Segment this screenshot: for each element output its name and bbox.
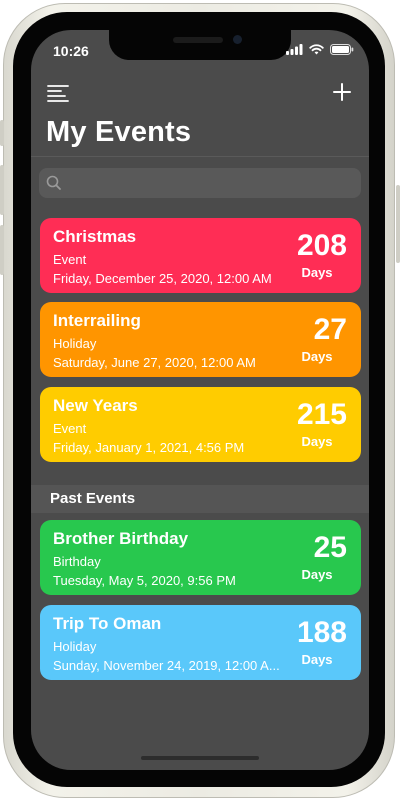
- event-type: Holiday: [53, 336, 97, 351]
- event-date: Friday, January 1, 2021, 4:56 PM: [53, 440, 245, 455]
- past-events-header: Past Events: [31, 485, 369, 513]
- days-label: Days: [301, 349, 333, 364]
- notch: [109, 30, 291, 60]
- menu-button[interactable]: [47, 83, 71, 103]
- days-count: 208: [296, 229, 347, 262]
- days-label: Days: [301, 652, 333, 667]
- volume-up-button: [0, 165, 4, 215]
- event-title: Interrailing: [53, 311, 141, 330]
- event-title: Christmas: [53, 227, 137, 246]
- plus-icon: [333, 83, 351, 101]
- event-date: Tuesday, May 5, 2020, 9:56 PM: [53, 573, 236, 588]
- event-date: Friday, December 25, 2020, 12:00 AM: [53, 271, 272, 286]
- event-type: Holiday: [53, 639, 97, 654]
- days-label: Days: [301, 265, 333, 280]
- event-card-interrailing[interactable]: Interrailing Holiday Saturday, June 27, …: [40, 302, 361, 377]
- power-button: [396, 185, 400, 263]
- search-icon: [46, 175, 62, 196]
- event-title: New Years: [53, 396, 138, 415]
- event-card-new-years[interactable]: New Years Event Friday, January 1, 2021,…: [40, 387, 361, 462]
- event-title: Brother Birthday: [53, 529, 189, 548]
- event-type: Birthday: [53, 554, 101, 569]
- wifi-icon: [309, 44, 324, 55]
- days-count: 188: [296, 616, 347, 649]
- battery-icon: [330, 44, 354, 55]
- days-label: Days: [301, 567, 333, 582]
- days-label: Days: [301, 434, 333, 449]
- days-count: 215: [296, 398, 347, 431]
- page-title: My Events: [46, 116, 192, 148]
- search-input[interactable]: [67, 168, 352, 198]
- status-time: 10:26: [53, 43, 89, 59]
- event-date: Saturday, June 27, 2020, 12:00 AM: [53, 355, 256, 370]
- search-bar[interactable]: [39, 168, 361, 198]
- list-menu-icon: [47, 85, 69, 102]
- event-card-brother-birthday[interactable]: Brother Birthday Birthday Tuesday, May 5…: [40, 520, 361, 595]
- days-count: 25: [313, 531, 347, 564]
- add-event-button[interactable]: [331, 81, 353, 103]
- days-count: 27: [313, 313, 347, 346]
- status-icons: [286, 44, 354, 55]
- app-screen: 10:26 My Events Christmas Event Friday, …: [31, 30, 369, 770]
- event-type: Event: [53, 252, 87, 267]
- silent-switch: [0, 120, 4, 146]
- event-card-christmas[interactable]: Christmas Event Friday, December 25, 202…: [40, 218, 361, 293]
- section-title: Past Events: [50, 490, 136, 507]
- event-card-trip-to-oman[interactable]: Trip To Oman Holiday Sunday, November 24…: [40, 605, 361, 680]
- event-title: Trip To Oman: [53, 614, 162, 633]
- volume-down-button: [0, 225, 4, 275]
- signal-icon: [286, 44, 303, 55]
- header-divider: [31, 156, 369, 157]
- nav-bar: [31, 78, 369, 108]
- home-indicator: [141, 756, 259, 760]
- event-type: Event: [53, 421, 87, 436]
- event-date: Sunday, November 24, 2019, 12:00 A...: [53, 658, 280, 673]
